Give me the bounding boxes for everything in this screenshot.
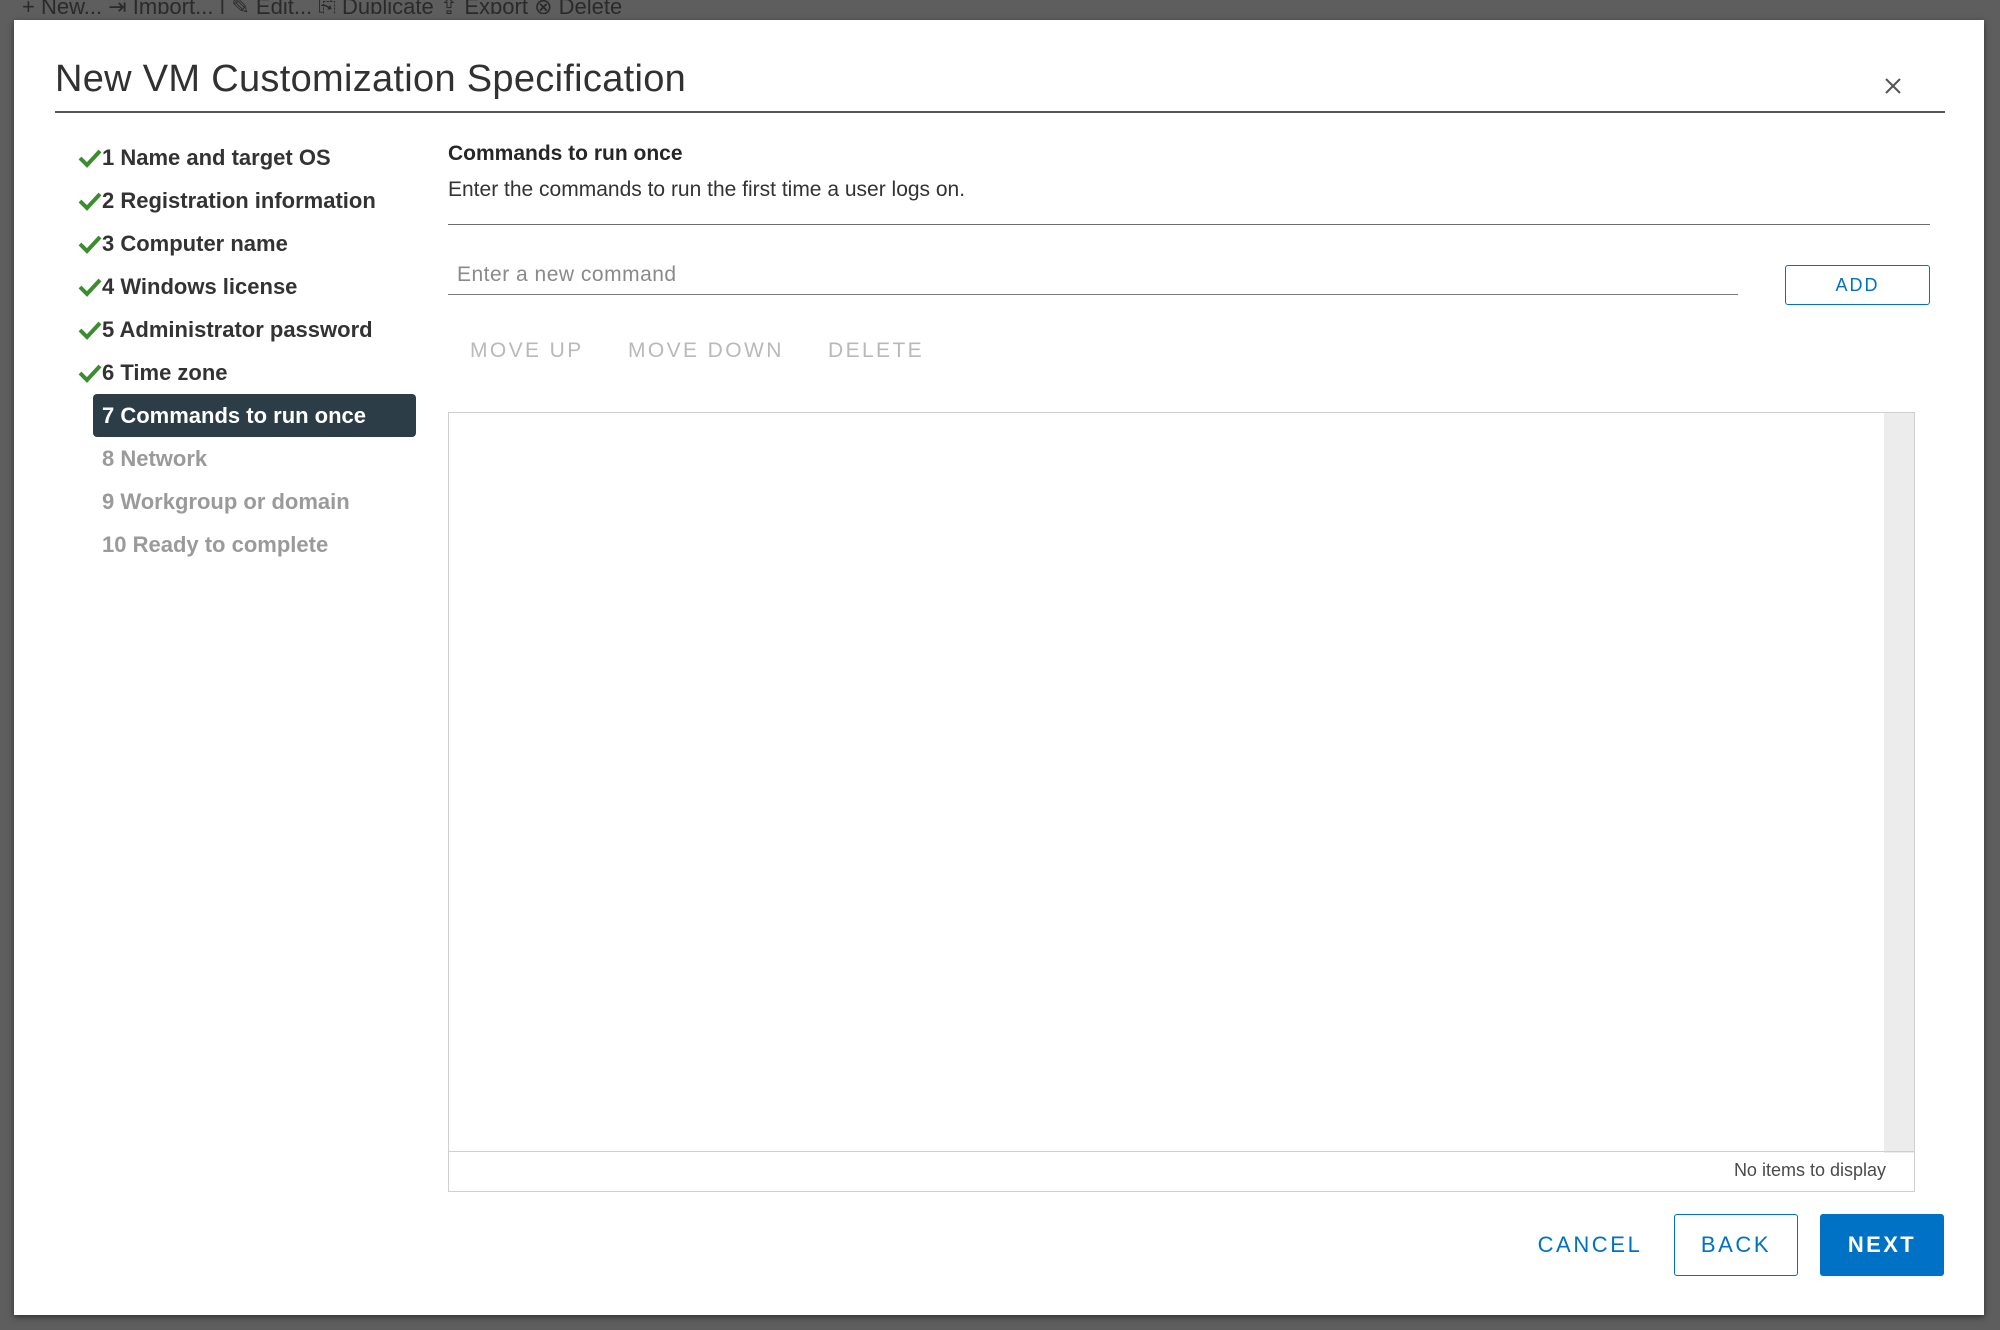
grid-scrollbar[interactable]	[1884, 413, 1914, 1153]
checkmark-icon	[78, 321, 102, 340]
step-label: 5 Administrator password	[102, 317, 373, 342]
customization-wizard-dialog: New VM Customization Specification 1 Nam…	[14, 20, 1984, 1315]
checkmark-icon	[78, 235, 102, 254]
back-button[interactable]: BACK	[1674, 1214, 1798, 1276]
move-up-button[interactable]: MOVE UP	[470, 339, 584, 363]
step-name-and-target-os[interactable]: 1 Name and target OS	[64, 136, 434, 179]
list-actions-toolbar: MOVE UP MOVE DOWN DELETE	[448, 327, 1930, 387]
section-description: Enter the commands to run the first time…	[448, 178, 966, 201]
cancel-button[interactable]: CANCEL	[1515, 1214, 1665, 1276]
step-label: 4 Windows license	[102, 274, 298, 299]
grid-empty-message: No items to display	[1733, 1160, 1886, 1180]
wizard-steps-nav: 1 Name and target OS 2 Registration info…	[64, 136, 434, 566]
dialog-title: New VM Customization Specification	[55, 58, 687, 100]
step-label: 2 Registration information	[102, 188, 376, 213]
step-workgroup-or-domain: 9 Workgroup or domain	[64, 480, 434, 523]
step-label: 10 Ready to complete	[102, 532, 329, 557]
dialog-footer: CANCEL BACK NEXT	[14, 1214, 1984, 1276]
step-network: 8 Network	[64, 437, 434, 480]
background-toolbar-text: + New... ⇥ Import... | ✎ Edit... ⎘ Dupli…	[22, 0, 623, 14]
step-windows-license[interactable]: 4 Windows license	[64, 265, 434, 308]
checkmark-icon	[78, 278, 102, 297]
step-label: 3 Computer name	[102, 231, 288, 256]
next-button[interactable]: NEXT	[1820, 1214, 1944, 1276]
step-computer-name[interactable]: 3 Computer name	[64, 222, 434, 265]
grid-footer: No items to display	[449, 1151, 1914, 1191]
step-content: Commands to run once Enter the commands …	[448, 138, 1930, 1192]
delete-command-button[interactable]: DELETE	[828, 339, 924, 363]
step-registration-information[interactable]: 2 Registration information	[64, 179, 434, 222]
step-label: 8 Network	[102, 446, 208, 471]
checkmark-icon	[78, 149, 102, 168]
checkmark-icon	[78, 364, 102, 383]
move-down-button[interactable]: MOVE DOWN	[628, 339, 784, 363]
background-toolbar: + New... ⇥ Import... | ✎ Edit... ⎘ Dupli…	[0, 0, 2000, 14]
commands-grid: No items to display	[448, 412, 1915, 1192]
new-command-input[interactable]	[448, 255, 1738, 295]
close-button[interactable]	[1877, 70, 1909, 102]
command-entry-row: ADD	[448, 225, 1930, 315]
add-command-button[interactable]: ADD	[1785, 265, 1930, 305]
step-label: 9 Workgroup or domain	[102, 489, 350, 514]
title-divider	[55, 111, 1945, 113]
step-label: 1 Name and target OS	[102, 145, 331, 170]
step-label: 7 Commands to run once	[102, 403, 367, 428]
step-ready-to-complete: 10 Ready to complete	[64, 523, 434, 566]
checkmark-icon	[78, 192, 102, 211]
step-commands-to-run-once[interactable]: 7 Commands to run once	[93, 394, 416, 437]
step-label: 6 Time zone	[102, 360, 228, 385]
step-administrator-password[interactable]: 5 Administrator password	[64, 308, 434, 351]
step-time-zone[interactable]: 6 Time zone	[64, 351, 434, 394]
close-icon	[1885, 78, 1901, 94]
section-title: Commands to run once	[448, 142, 683, 165]
